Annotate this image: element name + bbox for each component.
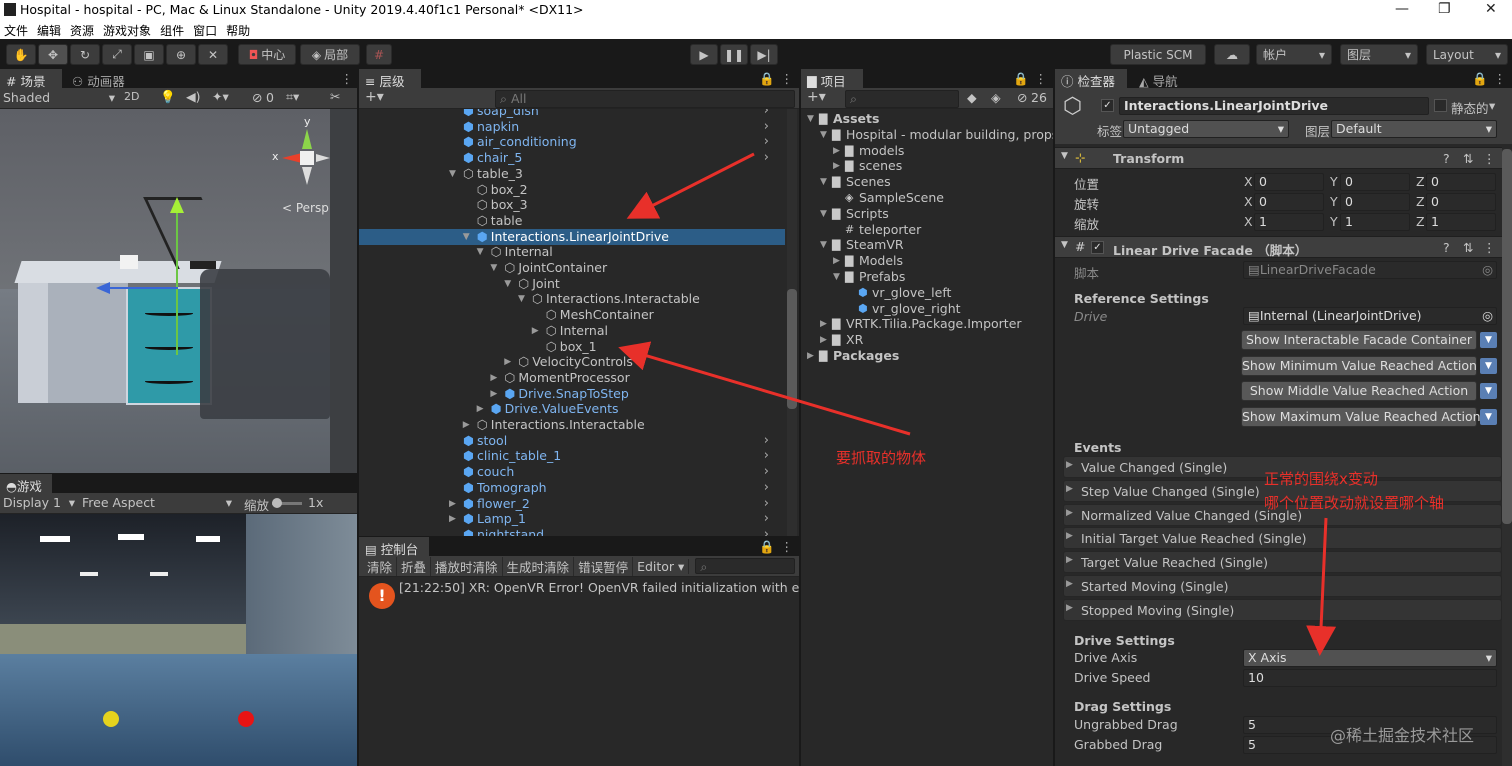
annotation-overlay	[618, 152, 1337, 656]
arrow-to-box-1	[618, 341, 911, 436]
arrow-to-drive-axis	[1306, 517, 1337, 656]
watermark: @稀土掘金技术社区	[1330, 726, 1475, 745]
arrow-to-linear-joint-drive	[626, 152, 755, 219]
annotation-grab-object: 要抓取的物体	[836, 449, 927, 467]
annotation-axis-note-1: 正常的围绕x变动	[1264, 470, 1378, 488]
annotation-axis-note-2: 哪个位置改动就设置哪个轴	[1264, 494, 1445, 512]
